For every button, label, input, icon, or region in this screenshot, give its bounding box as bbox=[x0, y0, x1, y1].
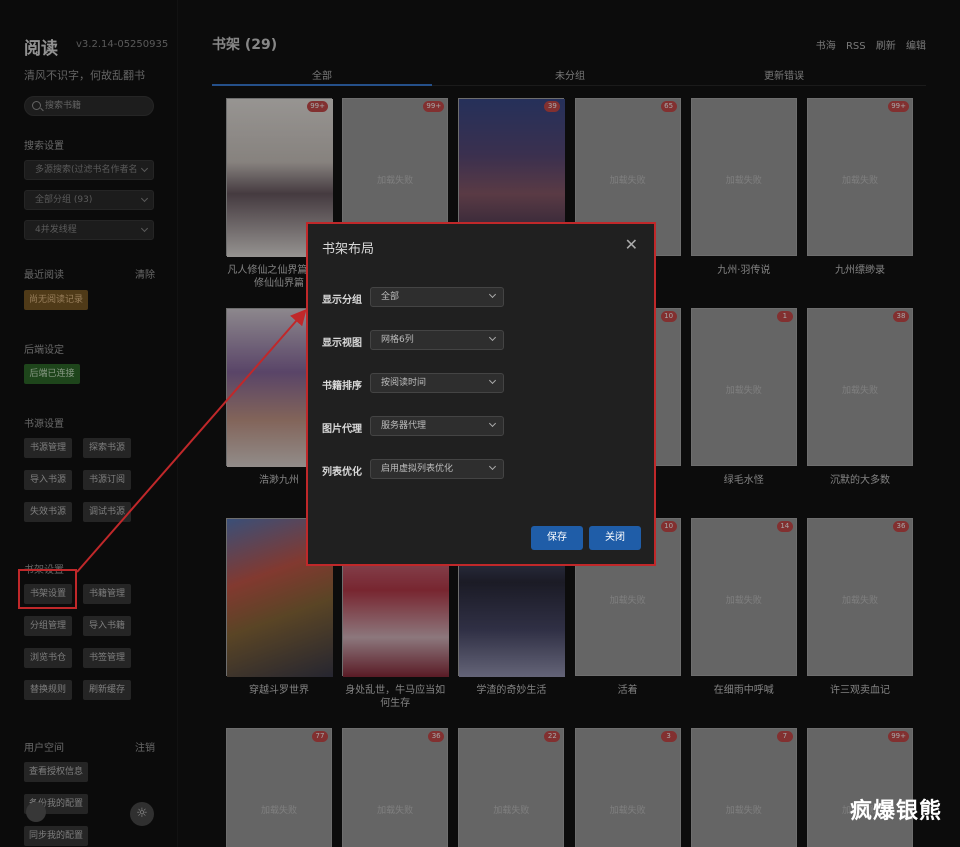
select-value: 启用虚拟列表优化 bbox=[381, 464, 454, 474]
shelf-layout-dialog: 书架布局 ✕ 显示分组 全部 显示视图 网格6列 书籍排序 按阅读时间 图片代理… bbox=[306, 222, 656, 566]
option-label-group: 显示分组 bbox=[322, 295, 362, 306]
select-value: 按阅读时间 bbox=[381, 378, 427, 388]
option-select-list[interactable]: 启用虚拟列表优化 bbox=[370, 459, 504, 479]
option-label-proxy: 图片代理 bbox=[322, 424, 362, 435]
watermark: 疯爆银熊 bbox=[849, 799, 942, 824]
chevron-down-icon bbox=[488, 419, 497, 428]
option-select-group[interactable]: 全部 bbox=[370, 287, 504, 307]
option-label-sort: 书籍排序 bbox=[322, 381, 362, 392]
chevron-down-icon bbox=[488, 290, 497, 299]
option-label-view: 显示视图 bbox=[322, 338, 362, 349]
select-value: 全部 bbox=[381, 292, 400, 302]
dialog-title: 书架布局 bbox=[322, 242, 375, 257]
chevron-down-icon bbox=[488, 462, 497, 471]
annotation-highlight-box bbox=[18, 569, 77, 609]
option-select-view[interactable]: 网格6列 bbox=[370, 330, 504, 350]
option-select-sort[interactable]: 按阅读时间 bbox=[370, 373, 504, 393]
chevron-down-icon bbox=[488, 376, 497, 385]
select-value: 网格6列 bbox=[381, 335, 414, 345]
close-button[interactable]: 关闭 bbox=[589, 526, 641, 550]
option-select-proxy[interactable]: 服务器代理 bbox=[370, 416, 504, 436]
close-icon[interactable]: ✕ bbox=[625, 235, 638, 254]
select-value: 服务器代理 bbox=[381, 421, 427, 431]
option-label-list: 列表优化 bbox=[322, 467, 362, 478]
chevron-down-icon bbox=[488, 333, 497, 342]
save-button[interactable]: 保存 bbox=[531, 526, 583, 550]
